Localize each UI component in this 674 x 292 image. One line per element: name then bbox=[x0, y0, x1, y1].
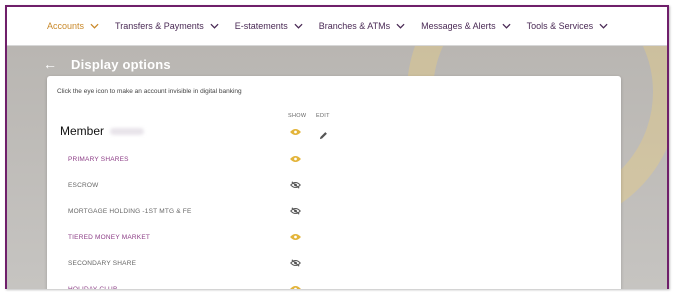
chevron-down-icon bbox=[210, 23, 219, 29]
account-name: PRIMARY SHARES bbox=[68, 155, 129, 163]
eye-icon bbox=[290, 156, 301, 162]
edit-member-button[interactable] bbox=[319, 127, 328, 140]
page-header: ← Display options bbox=[43, 56, 171, 72]
member-label: Member bbox=[60, 124, 105, 138]
pencil-icon bbox=[319, 132, 327, 140]
account-row: PRIMARY SHARES bbox=[68, 152, 129, 166]
account-row: TIERED MONEY MARKET bbox=[68, 230, 150, 244]
redacted-member-number bbox=[110, 127, 145, 135]
nav-transfers-payments[interactable]: Transfers & Payments bbox=[115, 21, 219, 31]
eye-slash-icon bbox=[290, 207, 301, 215]
column-header-edit: EDIT bbox=[316, 113, 330, 119]
eye-slash-icon bbox=[290, 181, 301, 189]
account-visibility-toggle[interactable] bbox=[290, 233, 301, 241]
back-arrow-icon[interactable]: ← bbox=[43, 56, 57, 72]
account-visibility-toggle[interactable] bbox=[290, 259, 301, 267]
chevron-down-icon bbox=[502, 23, 511, 29]
nav-estatements-label: E-statements bbox=[234, 21, 288, 31]
account-name: TIERED MONEY MARKET bbox=[68, 233, 151, 241]
nav-messages-label: Messages & Alerts bbox=[421, 21, 496, 31]
account-name: HOLIDAY CLUB bbox=[68, 285, 118, 290]
account-row: HOLIDAY CLUB bbox=[68, 282, 118, 290]
account-row: ESCROW bbox=[68, 178, 98, 192]
page-title: Display options bbox=[71, 56, 171, 72]
chevron-down-icon bbox=[396, 23, 405, 29]
account-row: MORTGAGE HOLDING -1ST MTG & FE bbox=[68, 204, 192, 218]
account-row: SECONDARY SHARE bbox=[68, 256, 136, 270]
eye-icon bbox=[290, 286, 301, 289]
eye-icon bbox=[290, 129, 301, 135]
nav-estatements[interactable]: E-statements bbox=[235, 21, 303, 31]
account-name: MORTGAGE HOLDING -1ST MTG & FE bbox=[68, 207, 192, 215]
nav-transfers-label: Transfers & Payments bbox=[115, 21, 204, 31]
chevron-down-icon bbox=[90, 23, 99, 29]
nav-branches-label: Branches & ATMs bbox=[318, 21, 391, 31]
nav-accounts-label: Accounts bbox=[47, 21, 85, 31]
account-visibility-toggle[interactable] bbox=[290, 155, 301, 163]
nav-messages-alerts[interactable]: Messages & Alerts bbox=[421, 21, 511, 31]
display-options-card: Click the eye icon to make an account in… bbox=[47, 76, 621, 289]
member-visibility-toggle[interactable] bbox=[290, 128, 301, 136]
column-header-show: SHOW bbox=[288, 113, 307, 119]
instruction-text: Click the eye icon to make an account in… bbox=[57, 88, 242, 95]
nav-accounts[interactable]: Accounts bbox=[47, 21, 99, 31]
eye-slash-icon bbox=[290, 259, 301, 267]
member-heading: Member bbox=[60, 124, 145, 138]
chevron-down-icon bbox=[599, 23, 608, 29]
top-navigation: Accounts Transfers & Payments E-statemen… bbox=[7, 7, 667, 46]
nav-tools-services[interactable]: Tools & Services bbox=[527, 21, 609, 31]
app-window: Accounts Transfers & Payments E-statemen… bbox=[5, 5, 669, 289]
nav-tools-label: Tools & Services bbox=[526, 21, 594, 31]
nav-branches-atms[interactable]: Branches & ATMs bbox=[319, 21, 405, 31]
account-visibility-toggle[interactable] bbox=[290, 207, 301, 215]
account-visibility-toggle[interactable] bbox=[290, 181, 301, 189]
chevron-down-icon bbox=[294, 23, 303, 29]
account-name: ESCROW bbox=[68, 181, 99, 189]
account-visibility-toggle[interactable] bbox=[290, 285, 301, 289]
eye-icon bbox=[290, 234, 301, 240]
account-name: SECONDARY SHARE bbox=[68, 259, 137, 267]
